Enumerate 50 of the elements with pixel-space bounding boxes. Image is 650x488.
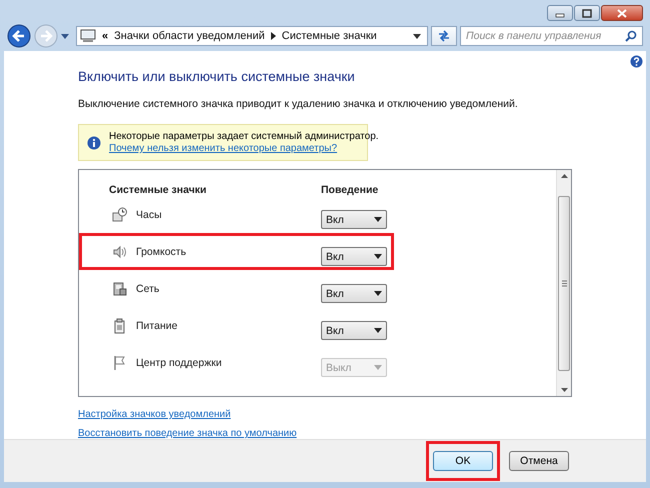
description-text: Выключение системного значка приводит к удалению значка и отключению уведомлений. (78, 98, 519, 110)
page-heading: Включить или выключить системные значки (78, 69, 356, 84)
clock-icon (112, 206, 128, 222)
maximize-button[interactable] (574, 5, 600, 21)
breadcrumb[interactable]: Значки области уведомлений (114, 30, 265, 42)
column-header: Поведение (321, 184, 378, 196)
close-icon (617, 8, 627, 18)
ok-button[interactable]: OK (433, 451, 493, 471)
behavior-dropdown[interactable]: Вкл (321, 210, 387, 229)
back-button[interactable] (7, 24, 31, 48)
icon-name: Часы (136, 208, 163, 220)
scroll-up-icon[interactable] (560, 174, 568, 178)
scrollbar[interactable] (556, 170, 571, 396)
refresh-button[interactable] (431, 26, 457, 46)
icon-name: Центр поддержки (136, 356, 223, 368)
column-header: Системные значки (109, 184, 208, 196)
search-icon[interactable] (625, 30, 637, 42)
grip-icon (562, 280, 566, 286)
cancel-button[interactable]: Отмена (509, 451, 569, 471)
dropdown-arrow-icon (374, 365, 382, 370)
close-button[interactable] (601, 5, 643, 21)
notice-text: Некоторые параметры задает системный администратор. (109, 131, 379, 142)
icon-name: Питание (136, 320, 178, 332)
behavior-dropdown[interactable]: Вкл (321, 284, 387, 303)
computer-icon (80, 29, 96, 43)
network-icon (112, 280, 128, 296)
help-icon[interactable] (630, 55, 643, 68)
icon-name: Громкость (136, 246, 188, 258)
behavior-dropdown[interactable]: Вкл (321, 321, 387, 340)
breadcrumb-arrow-icon[interactable] (270, 32, 276, 40)
settings-link[interactable]: Настройка значков уведомлений (78, 409, 646, 420)
dropdown-arrow-icon (374, 217, 382, 222)
scroll-down-icon[interactable] (560, 388, 568, 392)
icon-name: Сеть (136, 282, 160, 294)
dropdown-arrow-icon (374, 291, 382, 296)
dropdown-arrow-icon[interactable] (413, 34, 421, 38)
help-link[interactable]: Почему нельзя изменить некоторые параметры? (109, 143, 379, 154)
maximize-icon (582, 8, 592, 18)
dropdown-arrow-icon (374, 328, 382, 333)
behavior-dropdown[interactable]: Вкл (321, 247, 387, 266)
info-icon (87, 136, 101, 150)
address-bar[interactable]: « Значки области уведомлений Системные значки (76, 26, 428, 46)
settings-link[interactable]: Восстановить поведение значка по умолчанию (78, 428, 646, 439)
speaker-icon (112, 244, 128, 260)
search-field[interactable]: Поиск в панели управления (460, 26, 643, 46)
overflow-chevron[interactable]: « (102, 30, 108, 42)
refresh-icon (437, 30, 451, 42)
breadcrumb[interactable]: Системные значки (282, 30, 377, 42)
dropdown-arrow-icon (374, 254, 382, 259)
minimize-button[interactable] (547, 5, 573, 21)
